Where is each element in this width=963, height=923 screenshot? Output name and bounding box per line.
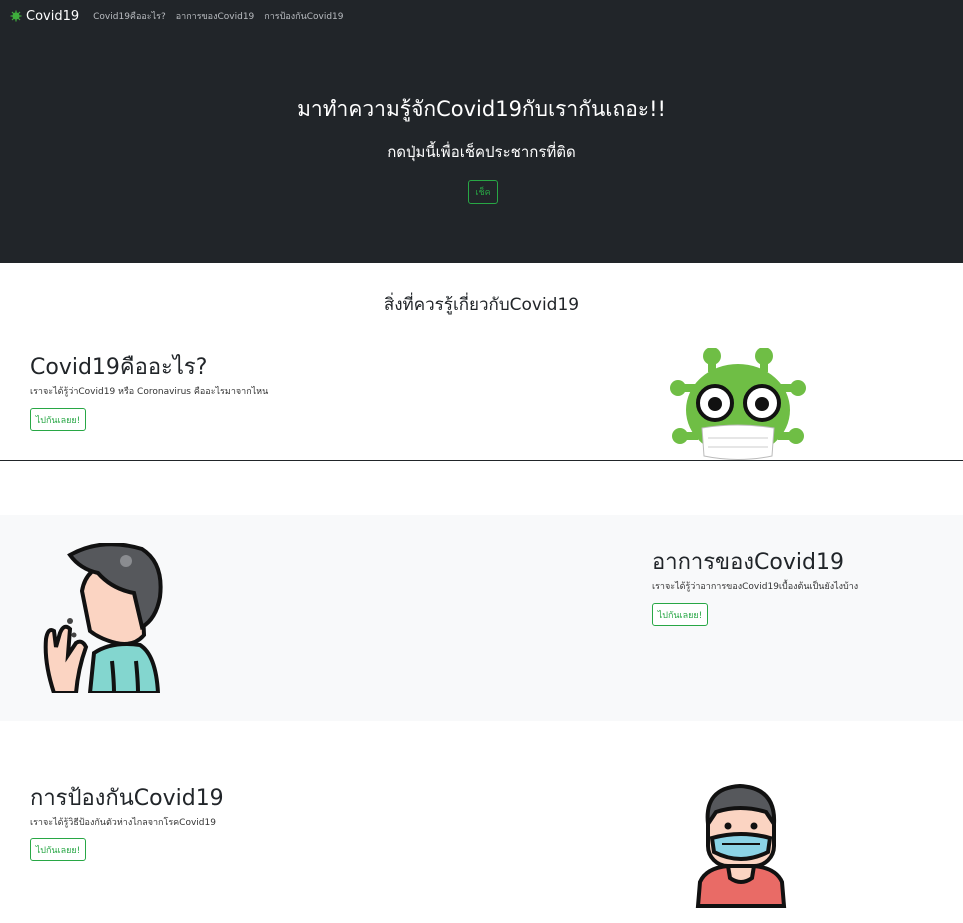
- brand-label: Covid19: [26, 8, 80, 24]
- feature-desc-prevention: เราจะได้รู้วิธีป้องกันตัวห่างไกลจากโรคCo…: [30, 818, 216, 828]
- hero-subtitle: กดปุ่มนี้เพื่อเช็คประชากรที่ติด: [387, 143, 576, 161]
- section-heading: สิ่งที่ควรรู้เกี่ยวกับCovid19: [383, 295, 580, 315]
- feature-title-symptoms: อาการของCovid19: [652, 550, 844, 575]
- feature-title-prevention: การป้องกันCovid19: [30, 786, 224, 811]
- go-button-prevention[interactable]: ไปกันเลยย!: [30, 838, 86, 861]
- hero-title: มาทำความรู้จักCovid19กับเรากันเถอะ!!: [297, 97, 666, 121]
- navbar-brand[interactable]: Covid19: [10, 9, 79, 24]
- nav-link-symptoms[interactable]: อาการของCovid19: [176, 9, 255, 23]
- go-button-what-is[interactable]: ไปกันเลยย!: [30, 408, 86, 431]
- nav-link-prevention[interactable]: การป้องกันCovid19: [264, 9, 343, 23]
- navbar: Covid19 Covid19คืออะไร? อาการของCovid19 …: [0, 0, 963, 32]
- go-button-symptoms[interactable]: ไปกันเลยย!: [652, 603, 708, 626]
- virus-mascot-icon: [670, 348, 806, 460]
- virus-brand-icon: [10, 10, 22, 22]
- feature-desc-symptoms: เราจะได้รู้ว่าอาการของCovid19เบื้องต้นเป…: [652, 582, 859, 592]
- coughing-person-icon: [43, 543, 163, 693]
- section-divider: [0, 460, 963, 461]
- nav-link-what-is[interactable]: Covid19คืออะไร?: [93, 9, 166, 23]
- feature-desc-what-is: เราจะได้รู้ว่าCovid19 หรือ Coronavirus ค…: [30, 387, 269, 397]
- masked-person-icon: [695, 783, 787, 908]
- check-button[interactable]: เช็ค: [468, 180, 498, 204]
- feature-title-what-is: Covid19คืออะไร?: [30, 355, 208, 380]
- hero-section: Covid19 Covid19คืออะไร? อาการของCovid19 …: [0, 0, 963, 263]
